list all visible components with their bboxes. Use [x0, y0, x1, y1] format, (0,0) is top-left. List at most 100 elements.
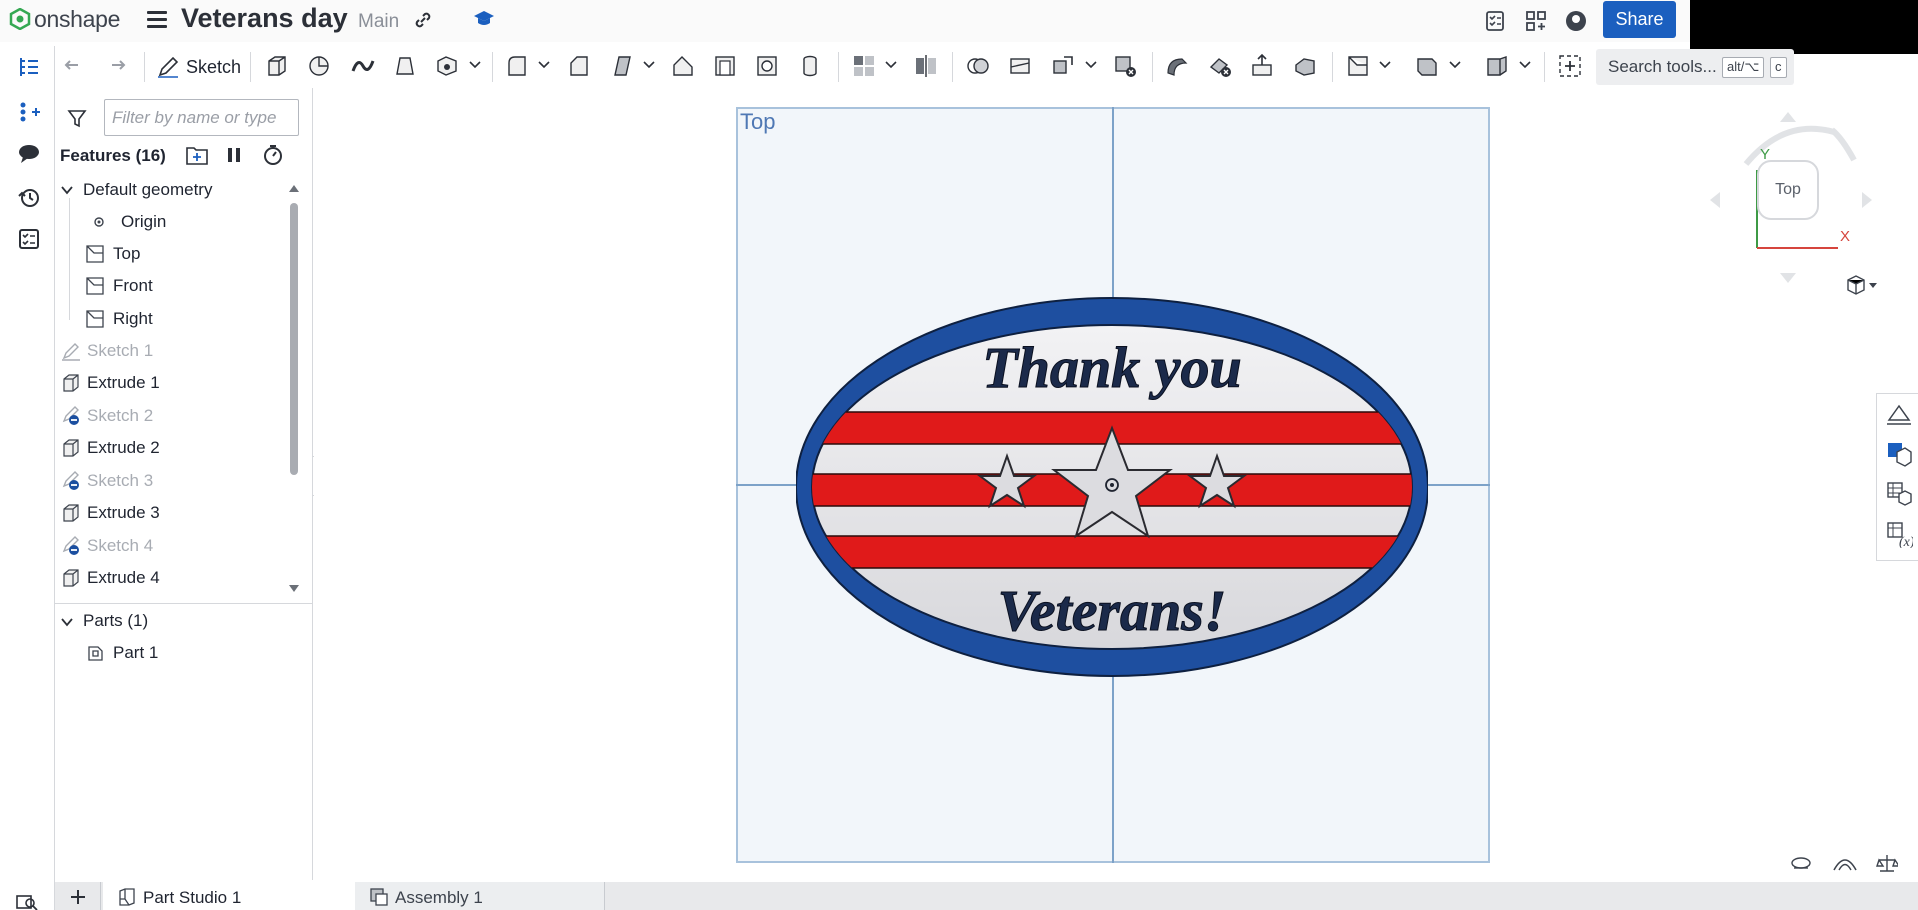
sketch-hidden-icon	[62, 406, 79, 425]
loft-icon[interactable]	[392, 53, 418, 79]
chevron-down-icon[interactable]	[885, 60, 897, 70]
appearance-icon[interactable]	[1885, 400, 1913, 428]
extrude-icon[interactable]	[264, 53, 290, 79]
feature-list-icon[interactable]	[17, 55, 41, 79]
release-icon[interactable]	[1483, 9, 1507, 33]
transform-icon[interactable]	[1050, 53, 1076, 79]
veterans-plaque-model[interactable]: Thank you Veterans!	[796, 296, 1428, 678]
link-icon[interactable]	[413, 10, 433, 30]
search-tools-label: Search tools...	[1608, 57, 1717, 76]
view-cube-face[interactable]: Top	[1757, 160, 1819, 220]
document-title[interactable]: Veterans day	[181, 3, 348, 34]
section-view-icon[interactable]	[1832, 854, 1858, 872]
chevron-down-icon[interactable]	[1519, 60, 1531, 70]
part-icon	[88, 646, 103, 661]
frame-icon[interactable]	[1484, 53, 1510, 79]
tab-label: Assembly 1	[395, 888, 483, 907]
pattern-icon[interactable]	[851, 53, 877, 79]
svg-text:(x): (x)	[1899, 535, 1913, 548]
sketch-button[interactable]: Sketch	[156, 53, 241, 81]
branch-name[interactable]: Main	[358, 11, 399, 33]
plane-icon	[86, 277, 104, 295]
right-panel-dock: (x)	[1876, 393, 1918, 561]
boolean-icon[interactable]	[965, 53, 991, 79]
revolve-icon[interactable]	[306, 53, 332, 79]
chevron-down-icon[interactable]	[538, 60, 550, 70]
timer-icon[interactable]	[262, 144, 284, 166]
menu-icon[interactable]	[147, 11, 167, 28]
plane-icon	[86, 245, 104, 263]
shell-icon[interactable]	[712, 53, 738, 79]
share-button[interactable]: Share	[1603, 1, 1676, 38]
plane-icon[interactable]	[1345, 53, 1371, 79]
mass-properties-icon[interactable]	[1876, 852, 1898, 874]
bill-of-materials-icon[interactable]	[1885, 440, 1913, 468]
red-stripe	[812, 535, 1412, 569]
insert-icon[interactable]	[17, 100, 41, 124]
pause-icon[interactable]	[225, 146, 243, 164]
sheet-metal-icon[interactable]	[1414, 53, 1440, 79]
redo-icon[interactable]	[104, 53, 130, 79]
chevron-down-icon[interactable]	[1449, 60, 1461, 70]
sweep-icon[interactable]	[350, 53, 376, 79]
help-icon[interactable]	[1564, 9, 1588, 33]
measure-icon[interactable]	[1790, 854, 1812, 872]
history-icon[interactable]	[17, 185, 41, 209]
chevron-down-icon[interactable]	[1379, 60, 1391, 70]
app-logo-text[interactable]: onshape	[34, 6, 120, 33]
draft-icon[interactable]	[609, 53, 635, 79]
variables-icon[interactable]	[17, 227, 41, 251]
tab-assembly-1[interactable]: Assembly 1	[355, 882, 605, 910]
extrude-icon	[63, 374, 79, 392]
add-custom-feature-icon[interactable]	[1557, 53, 1583, 79]
left-rail	[0, 46, 55, 910]
delete-part-icon[interactable]	[1112, 53, 1138, 79]
plane-label: Top	[740, 109, 776, 134]
top-header: onshape Veterans day Main Share	[0, 0, 1918, 54]
tree-group-parts[interactable]: Parts (1)	[83, 609, 148, 633]
filter-icon[interactable]	[67, 108, 87, 128]
view-options-icon[interactable]	[1844, 274, 1878, 298]
replace-face-icon[interactable]	[1292, 53, 1318, 79]
add-folder-icon[interactable]	[185, 144, 209, 166]
shortcut-key: c	[1770, 57, 1787, 78]
tab-label: Part Studio 1	[143, 888, 242, 907]
tree-group-default-geometry[interactable]: Default geometry	[83, 178, 212, 202]
hole-icon[interactable]	[754, 53, 780, 79]
learning-center-icon[interactable]	[473, 8, 495, 30]
chevron-down-icon[interactable]	[60, 183, 74, 197]
part-studio-icon	[119, 888, 135, 906]
thicken-icon[interactable]	[434, 53, 460, 79]
split-icon[interactable]	[1007, 53, 1033, 79]
chevron-down-icon[interactable]	[469, 60, 481, 70]
shortcut-key: alt/⌥	[1722, 57, 1765, 78]
chevron-down-icon[interactable]	[643, 60, 655, 70]
comments-icon[interactable]	[17, 142, 41, 166]
variable-table-icon[interactable]: (x)	[1885, 520, 1913, 548]
fillet-icon[interactable]	[504, 53, 530, 79]
configurations-icon[interactable]	[1885, 480, 1913, 508]
delete-face-icon[interactable]	[1207, 53, 1233, 79]
filter-input[interactable]: Filter by name or type	[104, 99, 299, 136]
chevron-down-icon[interactable]	[1085, 60, 1097, 70]
sketch-icon	[62, 343, 80, 361]
chevron-down-icon[interactable]	[60, 615, 74, 629]
scroll-down-icon[interactable]	[288, 584, 300, 594]
undo-icon[interactable]	[60, 53, 86, 79]
add-tab-button[interactable]	[55, 882, 101, 910]
feature-list-scrollbar[interactable]	[290, 203, 298, 475]
move-face-icon[interactable]	[1249, 53, 1275, 79]
tab-part-studio-1[interactable]: Part Studio 1	[103, 882, 361, 910]
chamfer-icon[interactable]	[566, 53, 592, 79]
search-icon[interactable]	[16, 893, 38, 910]
modify-fillet-icon[interactable]	[1164, 53, 1190, 79]
rib-icon[interactable]	[670, 53, 696, 79]
cylinder-icon[interactable]	[797, 53, 823, 79]
search-tools-button[interactable]: Search tools... alt/⌥ c	[1596, 49, 1794, 85]
onshape-logo-icon[interactable]	[9, 8, 31, 30]
scroll-up-icon[interactable]	[288, 183, 300, 193]
apps-icon[interactable]	[1524, 9, 1548, 33]
mirror-icon[interactable]	[913, 53, 939, 79]
main-toolbar: Sketch Search tools... alt/⌥ c	[56, 46, 1918, 88]
graphics-viewport[interactable]: Top Thank you Veterans! Top X Y (x)	[314, 88, 1918, 880]
